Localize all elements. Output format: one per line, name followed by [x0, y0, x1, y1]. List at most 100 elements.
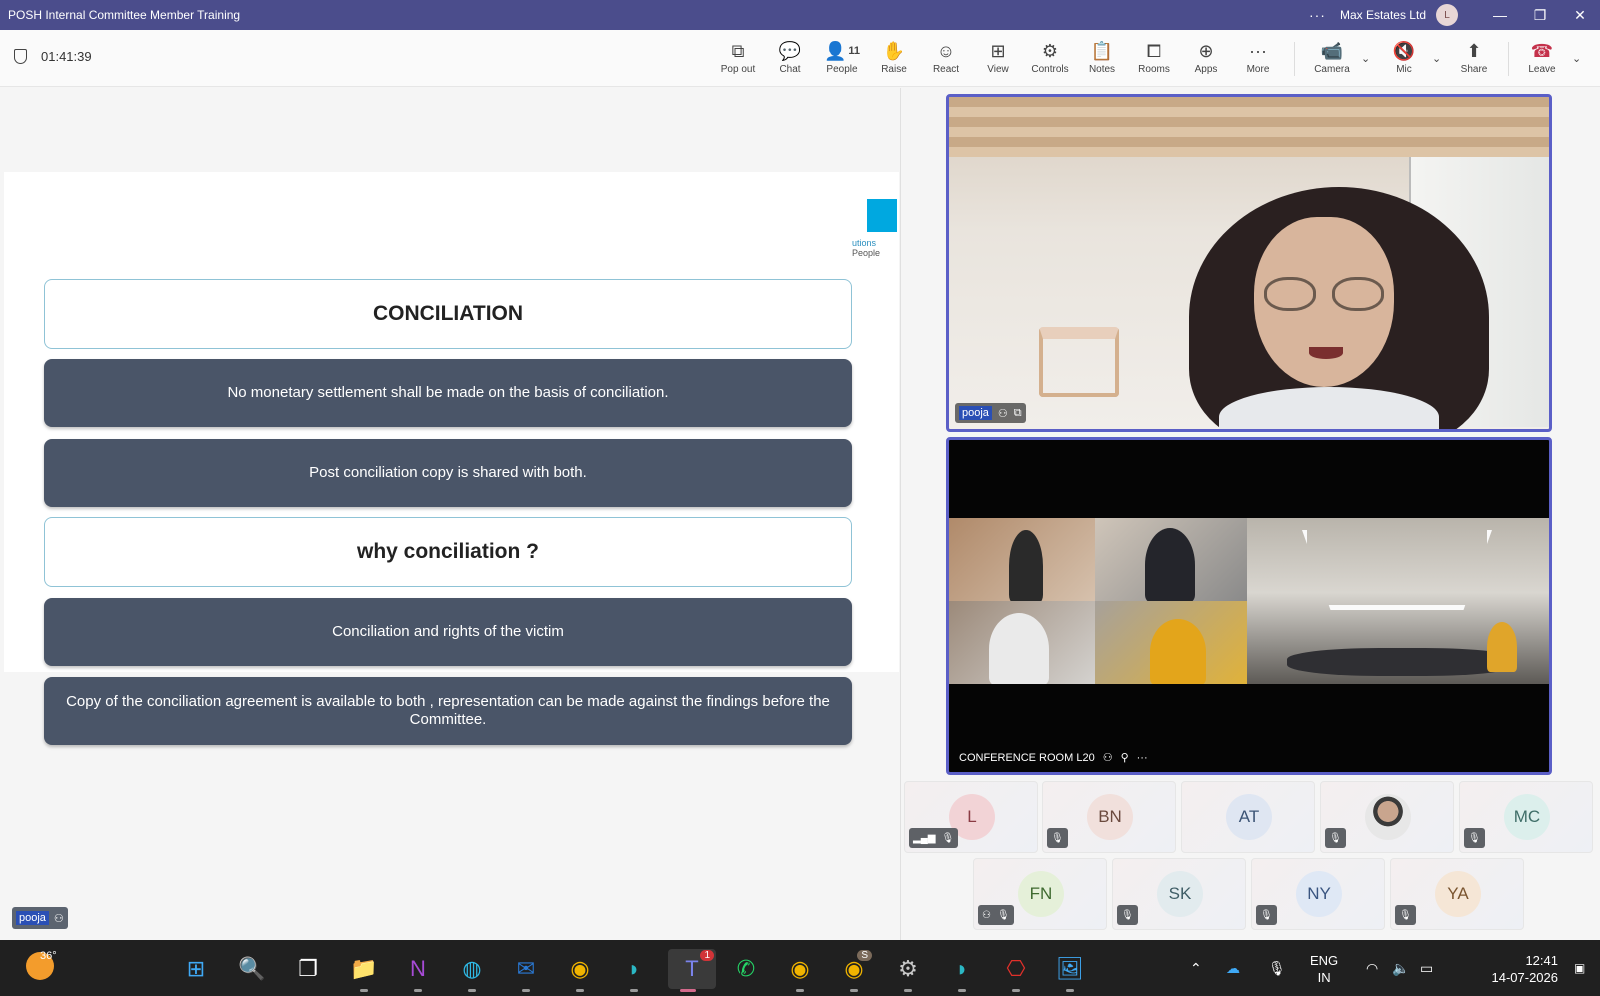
feed-room-view	[1247, 518, 1549, 684]
organization-name: Max Estates Ltd	[1339, 8, 1426, 22]
presenter-video-figure	[1179, 187, 1509, 429]
acrobat-icon[interactable]: ⎔	[996, 949, 1036, 992]
onedrive-icon[interactable]: ☁	[1226, 940, 1240, 996]
participant-avatar: YA	[1435, 871, 1481, 917]
controls-icon: ⚙	[1041, 40, 1059, 61]
participant-tile[interactable]: SK 🎙	[1112, 858, 1246, 930]
chat-icon: 💬	[778, 40, 802, 61]
presenter-icon: ⚇	[997, 407, 1008, 420]
leave-options-chevron-icon[interactable]: ⌄	[1572, 52, 1581, 65]
mic-off-icon: 🔇	[1392, 40, 1416, 61]
video-tile-conference-room[interactable]: CONFERENCE ROOM L20 ⚇ ⚲ ···	[946, 437, 1552, 775]
user-avatar[interactable]: L	[1436, 4, 1458, 26]
pop-out-button[interactable]: ⧉ Pop out	[712, 38, 764, 76]
view-button[interactable]: ⊞ View	[972, 38, 1024, 76]
participant-tile[interactable]: YA 🎙	[1390, 858, 1524, 930]
presenter-tag: pooja ⚇	[12, 907, 68, 929]
teams-icon[interactable]: T1	[668, 949, 716, 992]
toolbar-divider	[1294, 42, 1295, 76]
settings-icon[interactable]: ⚙	[888, 949, 928, 992]
leave-button[interactable]: ☎ Leave	[1516, 38, 1568, 76]
shield-icon	[14, 49, 27, 64]
share-icon: ⬆	[1466, 40, 1482, 61]
minimize-button[interactable]: —	[1480, 0, 1520, 30]
mic-muted-tray-icon[interactable]: 🎙	[1268, 940, 1286, 996]
timer-text: 01:41:39	[41, 49, 92, 64]
outlook-icon[interactable]: ✉	[506, 949, 546, 992]
room-chair	[1039, 327, 1119, 397]
mic-muted-icon: 🎙	[996, 909, 1010, 921]
photos-icon[interactable]: 🖼	[1050, 949, 1090, 992]
apps-button[interactable]: ⊕ Apps	[1180, 38, 1232, 76]
react-button[interactable]: ☺ React	[920, 38, 972, 76]
participant-avatar: MC	[1504, 794, 1550, 840]
people-icon: 👤	[823, 40, 847, 61]
slide-heading-why: why conciliation ?	[44, 517, 852, 587]
camera-off-icon: 📹	[1320, 40, 1344, 61]
participant-tile[interactable]: AT	[1181, 781, 1315, 853]
camera-options-chevron-icon[interactable]: ⌄	[1361, 52, 1370, 65]
mic-button[interactable]: 🔇 Mic	[1378, 38, 1430, 76]
app-wave-icon[interactable]: ◗	[614, 949, 654, 992]
onenote-icon[interactable]: N	[398, 949, 438, 992]
pop-out-icon: ⧉	[731, 40, 745, 61]
mic-muted-icon: 🎙	[1399, 909, 1412, 921]
mic-options-chevron-icon[interactable]: ⌄	[1432, 52, 1441, 65]
teams-badge: 1	[700, 950, 714, 961]
video-tile-pooja[interactable]: pooja ⚇ ⧉	[946, 94, 1552, 432]
task-view-icon[interactable]: ❐	[288, 949, 328, 989]
pin-icon[interactable]: ⚲	[1121, 751, 1129, 764]
meeting-timer: 01:41:39	[14, 49, 92, 64]
participant-tile[interactable]: 🎙	[1320, 781, 1454, 853]
participant-tile[interactable]: BN 🎙	[1042, 781, 1176, 853]
participant-tile[interactable]: NY 🎙	[1251, 858, 1385, 930]
people-count: 11	[848, 45, 861, 57]
camera-button[interactable]: 📹 Camera	[1306, 38, 1358, 76]
presenter-name: pooja	[16, 911, 49, 925]
participant-avatar: SK	[1157, 871, 1203, 917]
rooms-button[interactable]: ⧠ Rooms	[1128, 38, 1180, 76]
more-options-icon[interactable]: ···	[1309, 7, 1326, 23]
feed-cell	[949, 518, 1095, 601]
apps-icon: ⊕	[1198, 40, 1214, 61]
controls-button[interactable]: ⚙ Controls	[1024, 38, 1076, 76]
slide-point-1: No monetary settlement shall be made on …	[44, 359, 852, 427]
chrome-profile-s-icon[interactable]: ◉ S	[834, 949, 874, 992]
participant-name: pooja	[959, 406, 992, 420]
app-wave-icon-2[interactable]: ◗	[942, 949, 982, 992]
search-icon[interactable]: 🔍	[232, 949, 272, 989]
chrome-icon[interactable]: ◉	[560, 949, 600, 992]
notes-button[interactable]: 📋 Notes	[1076, 38, 1128, 76]
show-hidden-icons-chevron-icon[interactable]: ⌃	[1190, 940, 1202, 996]
more-button[interactable]: ··· More	[1232, 38, 1284, 76]
file-explorer-icon[interactable]: 📁	[344, 949, 384, 992]
start-icon[interactable]: ⊞	[176, 949, 216, 989]
more-icon: ···	[1249, 40, 1267, 61]
participant-tile[interactable]: FN ⚇ 🎙	[973, 858, 1107, 930]
edge-icon[interactable]: ◍	[452, 949, 492, 992]
signal-icon: ▂▄▆	[913, 832, 936, 844]
tile-more-icon[interactable]: ···	[1137, 752, 1148, 764]
wifi-icon[interactable]: ◠	[1366, 940, 1378, 996]
battery-icon[interactable]: ▭	[1420, 940, 1433, 996]
chrome-profile-icon[interactable]: ◉	[780, 949, 820, 992]
rooms-icon: ⧠	[1146, 40, 1162, 61]
feed-cell	[949, 601, 1095, 684]
restore-button[interactable]: ❐	[1520, 0, 1560, 30]
chat-button[interactable]: 💬 Chat	[764, 38, 816, 76]
volume-muted-icon[interactable]: 🔈	[1392, 940, 1409, 996]
people-button[interactable]: 👤 11 People	[816, 38, 868, 76]
language-indicator[interactable]: ENG IN	[1310, 952, 1338, 986]
participant-tile[interactable]: L ▂▄▆ 🎙	[904, 781, 1038, 853]
participant-tile[interactable]: MC 🎙	[1459, 781, 1593, 853]
mic-muted-icon: 🎙	[1260, 909, 1273, 921]
whatsapp-icon[interactable]: ✆	[726, 949, 766, 989]
grid-icon: ⊞	[990, 40, 1006, 61]
share-button[interactable]: ⬆ Share	[1448, 38, 1500, 76]
notifications-icon[interactable]: ▣	[1574, 940, 1585, 996]
feed-cell	[1095, 518, 1247, 601]
system-clock[interactable]: 12:41 14-07-2026	[1468, 952, 1559, 986]
participant-avatar: AT	[1226, 794, 1272, 840]
raise-hand-button[interactable]: ✋ Raise	[868, 38, 920, 76]
close-button[interactable]: ✕	[1560, 0, 1600, 30]
